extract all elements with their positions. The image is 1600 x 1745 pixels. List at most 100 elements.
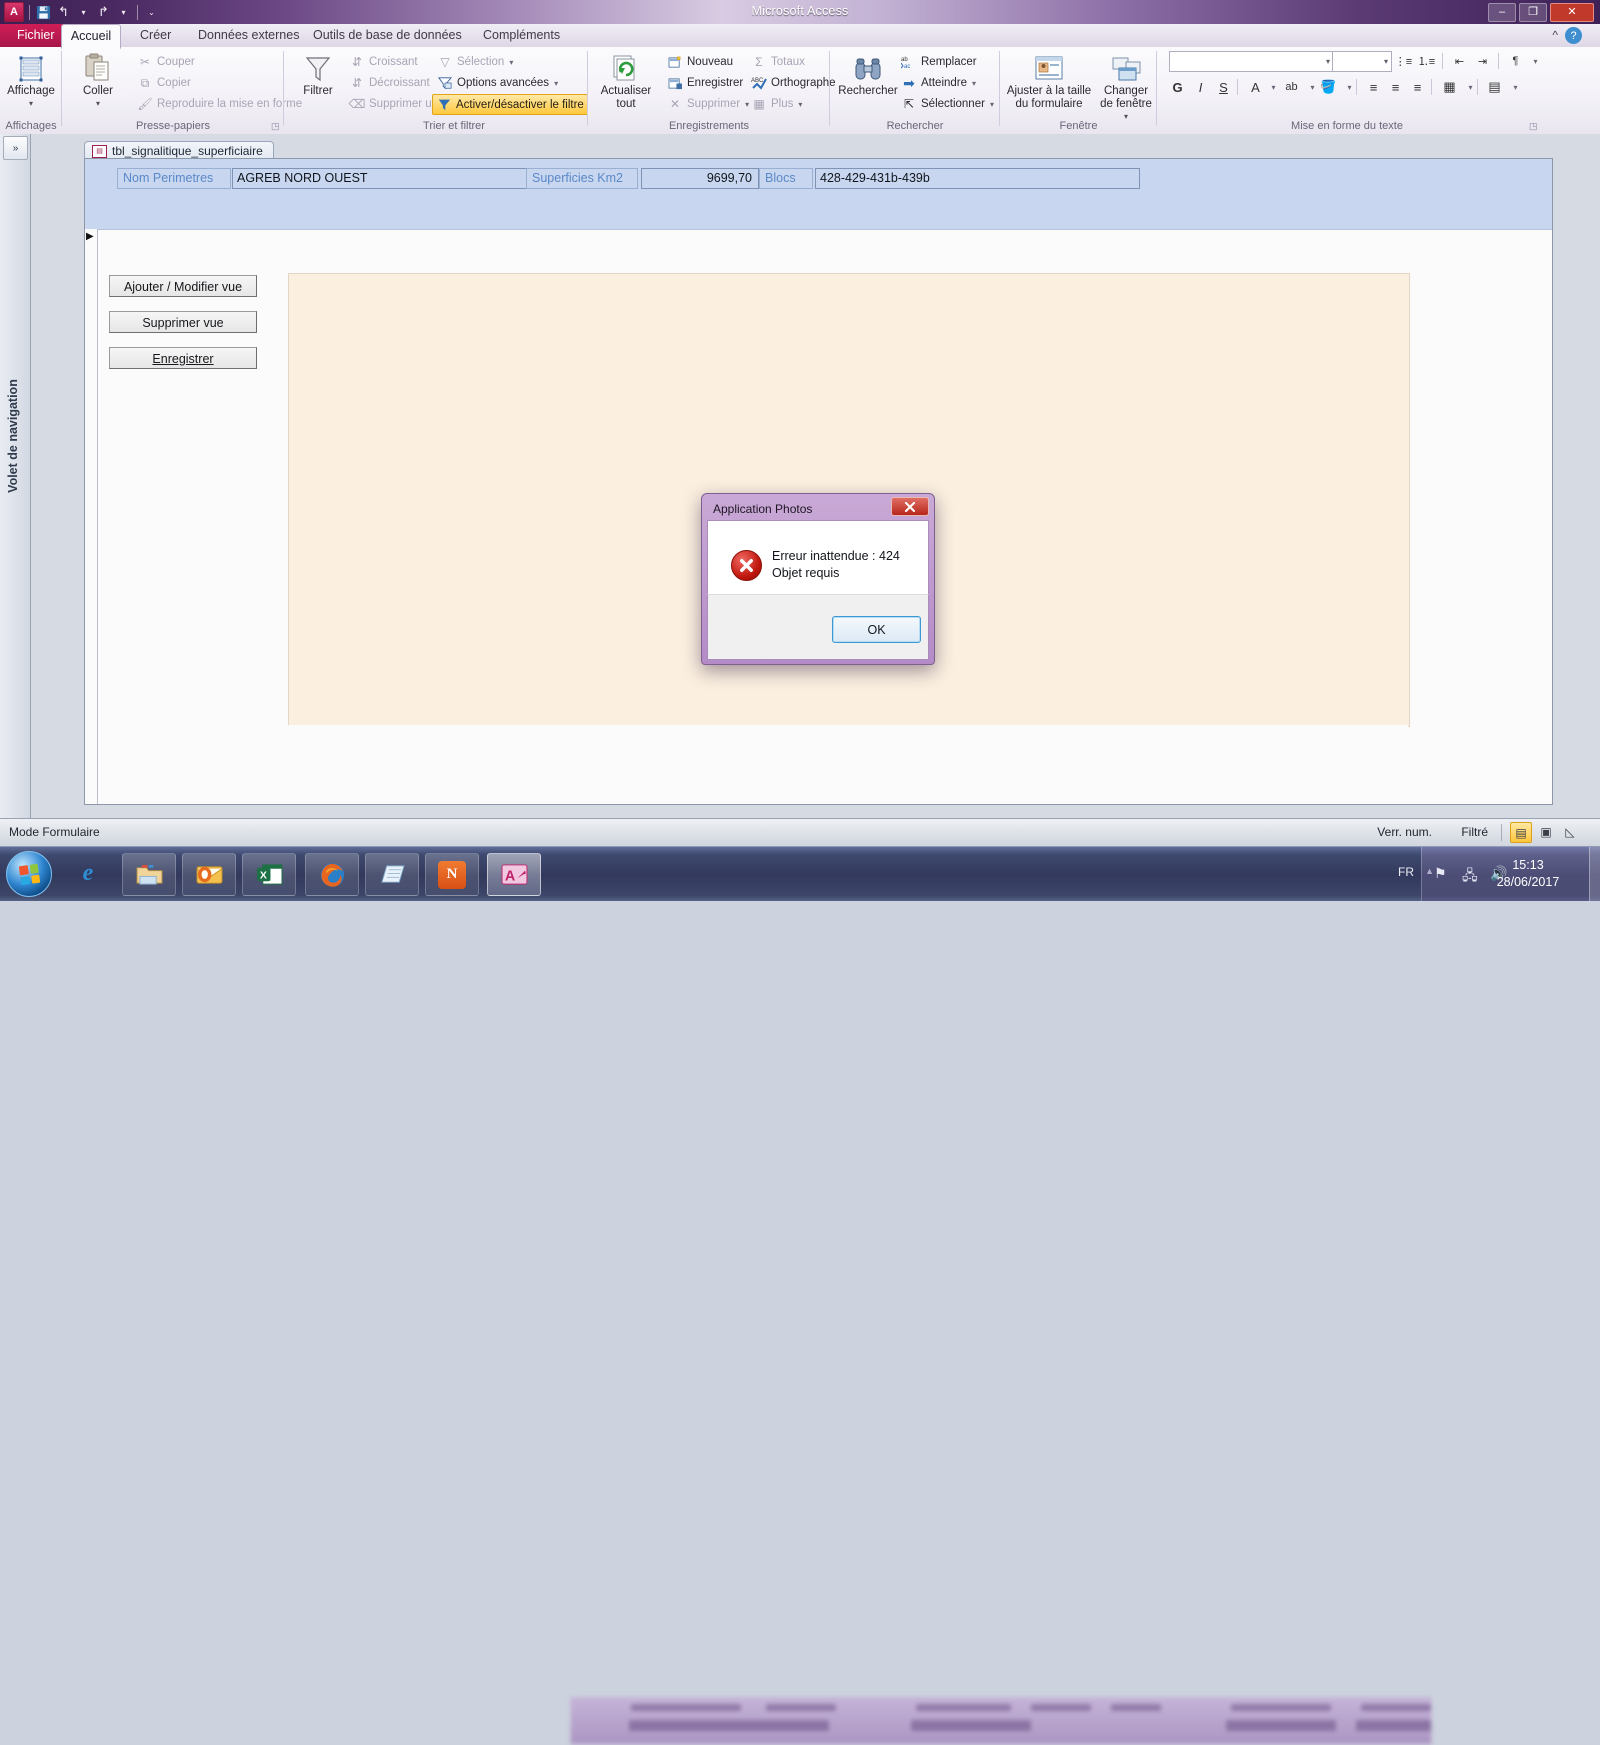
- decrease-indent-button[interactable]: ⇤: [1449, 51, 1470, 71]
- chevron-down-icon[interactable]: ▾: [1326, 57, 1330, 66]
- show-desktop-button[interactable]: [1589, 847, 1600, 901]
- taskbar-item-excel[interactable]: X: [242, 853, 296, 896]
- taskbar-item-outlook[interactable]: [182, 853, 236, 896]
- field-value-nom-perimetres[interactable]: AGREB NORD OUEST: [232, 168, 547, 189]
- text-direction-button[interactable]: ¶: [1505, 51, 1526, 71]
- atteindre-button[interactable]: ➡ Atteindre ▾: [898, 73, 979, 93]
- chevron-down-icon[interactable]: ▾: [1384, 57, 1388, 66]
- align-left-button[interactable]: ≡: [1363, 77, 1384, 97]
- undo-icon[interactable]: ↰: [55, 4, 72, 21]
- presse-papiers-dialog-launcher-icon[interactable]: ◳: [271, 122, 280, 131]
- ajouter-modifier-vue-button[interactable]: Ajouter / Modifier vue: [109, 275, 257, 297]
- croissant-button[interactable]: ⇵ Croissant: [346, 52, 421, 72]
- totaux-button[interactable]: Σ Totaux: [748, 52, 808, 72]
- italic-button[interactable]: I: [1190, 77, 1211, 97]
- view-design-button[interactable]: ◺: [1560, 822, 1580, 841]
- dialog-close-button[interactable]: [891, 497, 929, 516]
- save-icon[interactable]: [35, 4, 52, 21]
- chevron-down-icon[interactable]: ▾: [990, 100, 994, 109]
- help-icon[interactable]: ?: [1565, 27, 1582, 44]
- activer-desactiver-filtre-button[interactable]: Activer/désactiver le filtre: [432, 94, 588, 115]
- decroissant-button[interactable]: ⇵ Décroissant: [346, 73, 433, 93]
- status-bar: Mode Formulaire Verr. num. Filtré ▤ ▣ ◺: [0, 818, 1600, 847]
- remplacer-button[interactable]: ab ac Remplacer: [898, 52, 980, 72]
- tab-accueil[interactable]: Accueil: [61, 24, 121, 49]
- chevron-down-icon[interactable]: ▾: [1505, 77, 1526, 97]
- tab-creer[interactable]: Créer: [127, 24, 184, 47]
- field-value-superficies[interactable]: 9699,70: [641, 168, 759, 189]
- tab-outils-base-donnees[interactable]: Outils de base de données: [300, 24, 475, 47]
- chevron-down-icon[interactable]: ▾: [798, 100, 802, 109]
- chevron-down-icon[interactable]: ▾: [29, 97, 33, 110]
- action-center-flag-icon[interactable]: ⚑: [1434, 865, 1447, 882]
- selectionner-button[interactable]: ⇱ Sélectionner ▾: [898, 94, 997, 114]
- align-center-button[interactable]: ≡: [1385, 77, 1406, 97]
- taskbar-item-internet-explorer[interactable]: e: [62, 853, 114, 894]
- language-indicator[interactable]: FR: [1398, 865, 1414, 879]
- background-fill-button[interactable]: 🪣: [1318, 77, 1339, 97]
- enregistrer-form-button[interactable]: Enregistrer: [109, 347, 257, 369]
- title-bar: Microsoft Access – ❐ ✕: [0, 0, 1600, 25]
- nouveau-button[interactable]: Nouveau: [664, 52, 736, 72]
- font-size-combo[interactable]: ▾: [1332, 51, 1392, 72]
- reproduire-mise-en-forme-button[interactable]: 🖌 Reproduire la mise en forme: [134, 94, 305, 114]
- filtrer-button[interactable]: Filtrer: [286, 51, 350, 98]
- access-logo-icon[interactable]: A: [4, 2, 24, 22]
- font-name-combo[interactable]: ▾: [1169, 51, 1334, 72]
- start-button[interactable]: [6, 851, 52, 897]
- redo-dropdown-icon[interactable]: ▾: [115, 4, 132, 21]
- view-layout-button[interactable]: ▣: [1536, 822, 1556, 841]
- taskbar-item-notepad[interactable]: [365, 853, 419, 896]
- coller-button[interactable]: Coller ▾: [66, 51, 130, 110]
- field-value-blocs[interactable]: 428-429-431b-439b: [815, 168, 1140, 189]
- taskbar-item-nitro-pdf[interactable]: N: [425, 853, 479, 896]
- redo-icon[interactable]: ↱: [95, 4, 112, 21]
- mise-en-forme-dialog-launcher-icon[interactable]: ◳: [1529, 122, 1538, 131]
- expand-nav-pane-button[interactable]: »: [3, 136, 28, 160]
- customize-qat-icon[interactable]: ⌄: [143, 4, 160, 21]
- supprimer-record-button[interactable]: ✕ Supprimer ▾: [664, 94, 752, 114]
- taskbar-item-windows-explorer[interactable]: [122, 853, 176, 896]
- increase-indent-button[interactable]: ⇥: [1472, 51, 1493, 71]
- couper-button[interactable]: ✂ Couper: [134, 52, 198, 72]
- gridlines-button[interactable]: ▦: [1439, 77, 1460, 97]
- copier-button[interactable]: ⧉ Copier: [134, 73, 194, 93]
- chevron-down-icon[interactable]: ▾: [972, 79, 976, 88]
- underline-button[interactable]: S: [1213, 77, 1234, 97]
- chevron-down-icon[interactable]: ▾: [1525, 51, 1546, 71]
- bold-button[interactable]: G: [1167, 77, 1188, 97]
- options-avancees-button[interactable]: Options avancées ▾: [434, 73, 561, 93]
- bullets-button[interactable]: ⋮≡: [1393, 51, 1414, 71]
- ribbon-collapse-icon[interactable]: ^: [1552, 28, 1558, 42]
- tab-complements[interactable]: Compléments: [470, 24, 573, 47]
- enregistrer-record-button[interactable]: Enregistrer: [664, 73, 746, 93]
- changer-fenetre-button[interactable]: Changer de fenêtre ▾: [1098, 51, 1154, 123]
- taskbar-item-firefox[interactable]: [305, 853, 359, 896]
- remplacer-label: Remplacer: [921, 56, 977, 68]
- maximize-button[interactable]: ❐: [1519, 3, 1547, 22]
- actualiser-tout-button[interactable]: Actualiser tout: [592, 51, 660, 111]
- clock[interactable]: 15:13 28/06/2017: [1476, 857, 1580, 891]
- ajuster-taille-formulaire-button[interactable]: Ajuster à la taille du formulaire: [1002, 51, 1096, 111]
- numbering-button[interactable]: ⒈≡: [1416, 51, 1437, 71]
- chevron-down-icon[interactable]: ▾: [96, 97, 100, 110]
- align-right-button[interactable]: ≡: [1407, 77, 1428, 97]
- close-button[interactable]: ✕: [1550, 3, 1594, 22]
- dialog-ok-button[interactable]: OK: [832, 616, 921, 643]
- text-highlight-button[interactable]: ab: [1281, 77, 1302, 97]
- rechercher-button[interactable]: Rechercher: [834, 51, 902, 98]
- plus-button[interactable]: ▦ Plus ▾: [748, 94, 805, 114]
- taskbar-item-access[interactable]: A: [487, 853, 541, 896]
- alternate-fill-button[interactable]: ▤: [1484, 77, 1505, 97]
- undo-dropdown-icon[interactable]: ▾: [75, 4, 92, 21]
- orthographe-button[interactable]: ABC Orthographe: [748, 73, 839, 93]
- record-selector-bar[interactable]: ▶: [85, 229, 98, 804]
- selection-button[interactable]: ▽ Sélection ▾: [434, 52, 516, 72]
- view-form-button[interactable]: ▤: [1510, 822, 1532, 843]
- affichage-button[interactable]: Affichage ▾: [0, 51, 63, 110]
- chevron-down-icon[interactable]: ▾: [509, 58, 513, 67]
- minimize-button[interactable]: –: [1488, 3, 1516, 22]
- chevron-down-icon[interactable]: ▾: [554, 79, 558, 88]
- tab-donnees-externes[interactable]: Données externes: [185, 24, 312, 47]
- supprimer-vue-button[interactable]: Supprimer vue: [109, 311, 257, 333]
